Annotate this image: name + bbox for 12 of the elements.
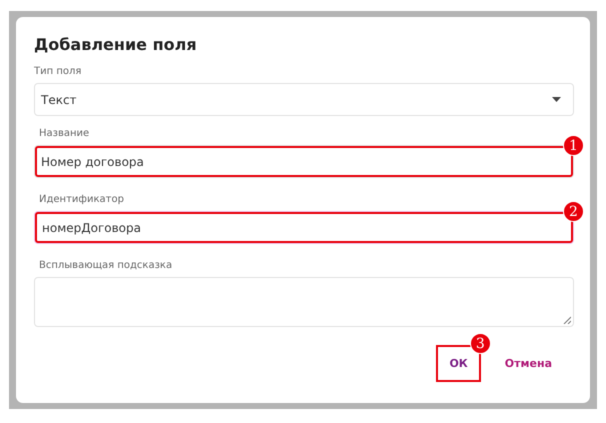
field-label: Всплывающая подсказка: [39, 260, 174, 271]
callout-badge: 1: [563, 135, 584, 156]
callout-badge: 3: [470, 333, 491, 354]
cancel-button[interactable]: Отмена: [496, 345, 560, 382]
dialog-title: Добавление поля: [34, 35, 198, 54]
dropdown[interactable]: Текст: [34, 83, 574, 116]
caret-icon: [552, 97, 561, 102]
field-label: Тип поля: [34, 66, 82, 77]
field-label: Название: [39, 128, 90, 139]
field-label: Идентификатор: [39, 194, 125, 205]
callout-badge: 2: [563, 201, 584, 222]
resize-handle-icon[interactable]: [563, 316, 571, 324]
